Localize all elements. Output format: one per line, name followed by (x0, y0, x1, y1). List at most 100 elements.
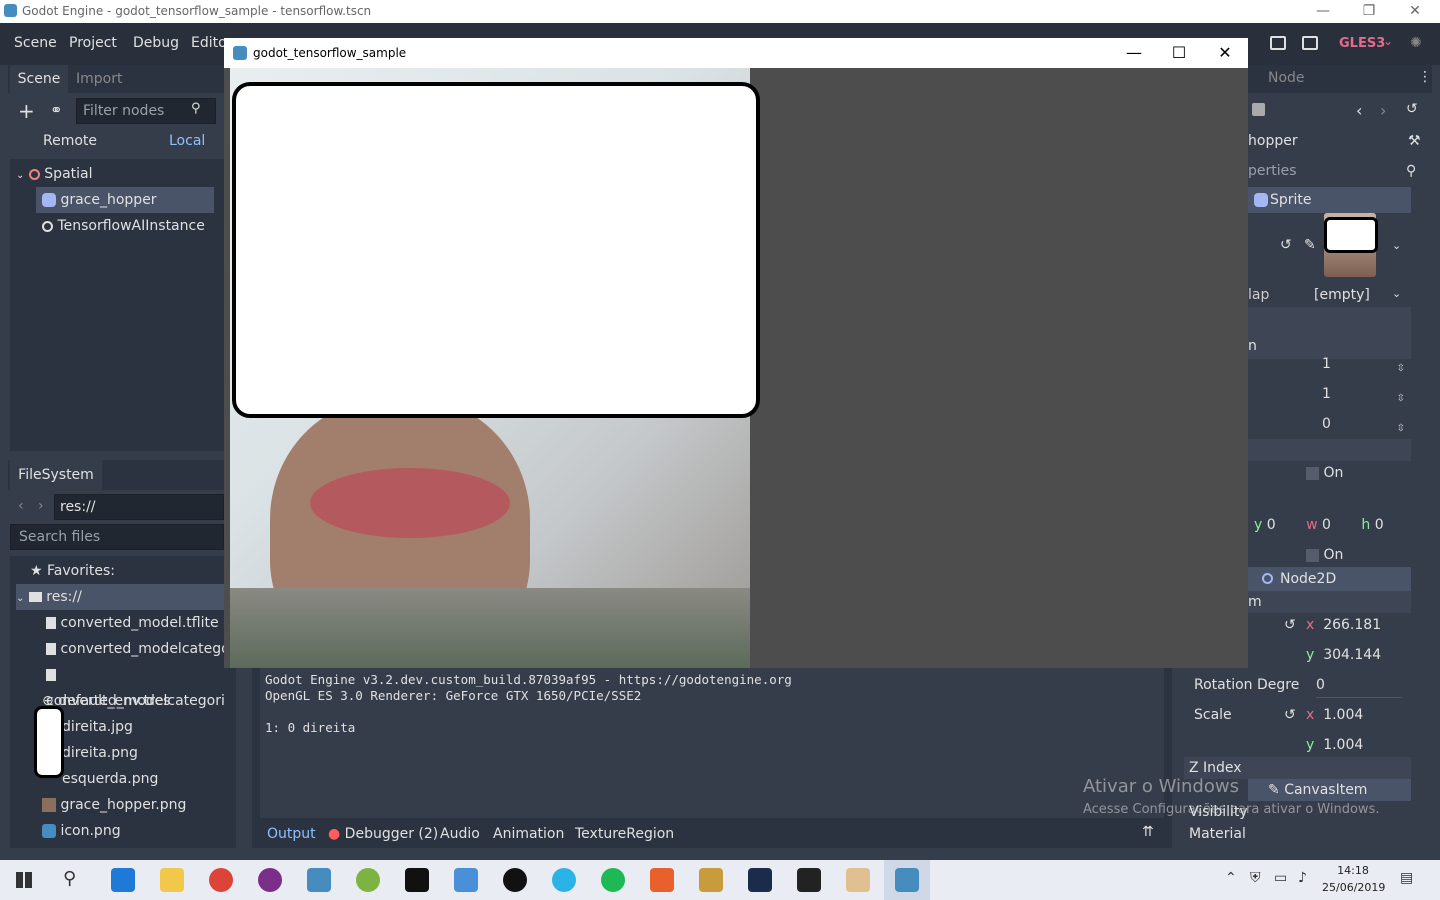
back-icon[interactable]: ‹ (18, 498, 24, 514)
tab-debugger[interactable]: ● Debugger (2) (328, 826, 438, 842)
play-custom-icon[interactable] (1302, 36, 1318, 50)
history-icon[interactable]: ↺ (1406, 101, 1418, 117)
tab-audio[interactable]: Audio (440, 826, 480, 842)
tab-textureregion[interactable]: TextureRegion (575, 826, 674, 842)
folder-res[interactable]: ⌄ res:// (16, 584, 226, 610)
godot-icon[interactable] (895, 868, 919, 892)
add-node-icon[interactable]: + (18, 99, 35, 123)
reset-icon[interactable]: ↺ (1284, 707, 1296, 723)
position-y-field[interactable]: y 304.144 (1306, 642, 1411, 668)
forward-icon[interactable]: › (38, 498, 44, 514)
menu-debug[interactable]: Debug (133, 35, 179, 51)
play-scene-icon[interactable] (1270, 36, 1286, 50)
scale-y-field[interactable]: y 1.004 (1306, 732, 1411, 758)
link-icon[interactable]: ⚭ (50, 101, 63, 119)
paint-icon[interactable] (846, 868, 870, 892)
epic-games-icon[interactable] (797, 868, 821, 892)
tree-node-grace-hopper[interactable]: grace_hopper (36, 187, 214, 213)
normal-map-value[interactable]: [empty] (1314, 287, 1370, 303)
spin-field[interactable]: 1 ⇳ (1304, 351, 1411, 377)
tray-chevron-icon[interactable]: ⌃ (1225, 870, 1237, 886)
favorites-item[interactable]: ★ Favorites: (30, 558, 115, 584)
file-item[interactable]: converted_modelcategori (46, 662, 236, 709)
file-item[interactable]: direita.jpg (62, 714, 133, 740)
matlab-icon[interactable] (650, 868, 674, 892)
expand-panel-icon[interactable]: ⇈ (1142, 824, 1154, 840)
file-item[interactable]: icon.png (42, 818, 121, 844)
league-icon[interactable] (699, 868, 723, 892)
spin-field[interactable]: 1 ⇳ (1304, 381, 1411, 407)
chevron-down-icon[interactable]: ⌄ (1392, 239, 1401, 252)
edit-icon[interactable]: ✎ (1304, 237, 1316, 253)
unity-icon[interactable] (748, 868, 772, 892)
tree-node-tensorflow[interactable]: TensorflowAIInstance (42, 213, 205, 239)
file-item[interactable]: converted_model.tflite (46, 610, 219, 636)
tab-node[interactable]: Node (1268, 70, 1305, 86)
reload-icon[interactable]: ↺ (1280, 237, 1292, 253)
history-forward-icon[interactable]: › (1380, 101, 1386, 120)
position-x-field[interactable]: x 266.181 (1306, 612, 1411, 638)
section-node2d[interactable]: Node2D (1248, 567, 1411, 591)
file-item[interactable]: direita.png (62, 740, 138, 766)
history-back-icon[interactable]: ‹ (1356, 101, 1362, 120)
renderer-selector[interactable]: GLES3 (1339, 36, 1385, 51)
tree-node-spatial[interactable]: ⌄ Spatial (16, 161, 93, 187)
minimize-button[interactable]: — (1300, 0, 1346, 23)
close-button[interactable]: ✕ (1202, 38, 1248, 68)
remote-toggle[interactable]: Remote (43, 133, 97, 149)
app-icon[interactable] (258, 868, 282, 892)
tab-import[interactable]: Import (76, 65, 122, 93)
volume-icon[interactable]: ♪ (1298, 870, 1307, 886)
chevron-down-icon[interactable]: ⌄ (1392, 287, 1401, 300)
menu-project[interactable]: Project (69, 35, 117, 51)
rect-field[interactable]: y 0 w 0 h 0 (1254, 512, 1414, 538)
spotify-icon[interactable] (601, 868, 625, 892)
file-item[interactable]: converted_modelcategor (46, 636, 235, 662)
android-icon[interactable] (356, 868, 380, 892)
toggle-on-1[interactable]: On (1306, 460, 1343, 486)
close-button[interactable]: ✕ (1392, 0, 1438, 23)
edge-icon[interactable] (111, 868, 135, 892)
clock-date[interactable]: 25/06/2019 (1322, 881, 1385, 894)
app-icon[interactable] (503, 868, 527, 892)
section-canvasitem[interactable]: ✎ CanvasItem (1248, 779, 1411, 801)
tab-output[interactable]: Output (267, 826, 316, 842)
tab-scene[interactable]: Scene (10, 65, 68, 93)
tab-animation[interactable]: Animation (493, 826, 564, 842)
reset-icon[interactable]: ↺ (1284, 617, 1296, 633)
rotation-field[interactable]: 0 (1316, 672, 1402, 698)
minimize-button[interactable]: — (1111, 38, 1157, 68)
cube-icon[interactable] (454, 868, 478, 892)
spin-field[interactable]: 0 ⇳ (1304, 411, 1411, 437)
search-icon[interactable]: ⚲ (63, 868, 76, 889)
app-icon[interactable] (552, 868, 576, 892)
path-field[interactable]: res:// (54, 494, 224, 520)
start-icon[interactable] (16, 872, 32, 888)
tab-filesystem[interactable]: FileSystem (10, 460, 102, 490)
notifications-icon[interactable]: ▤ (1400, 870, 1413, 886)
menu-editor[interactable]: Edito (191, 35, 227, 51)
terminal-icon[interactable] (405, 868, 429, 892)
maximize-button[interactable]: ☐ (1156, 38, 1202, 68)
clock-time[interactable]: 14:18 (1322, 864, 1384, 877)
section-header[interactable] (1248, 307, 1411, 333)
chrome-icon[interactable] (209, 868, 233, 892)
file-item[interactable]: grace_hopper.png (42, 792, 186, 818)
section-header[interactable] (1248, 439, 1411, 461)
network-icon[interactable]: ▭ (1274, 870, 1287, 886)
scale-x-field[interactable]: x 1.004 (1306, 702, 1411, 728)
section-sprite[interactable]: Sprite (1248, 187, 1411, 213)
toggle-on-2[interactable]: On (1306, 542, 1343, 568)
file-explorer-icon[interactable] (160, 868, 184, 892)
section-m[interactable]: m (1248, 591, 1411, 613)
restore-button[interactable]: ❐ (1346, 0, 1392, 23)
filter-properties[interactable]: perties (1248, 163, 1297, 179)
file-item[interactable]: esquerda.png (62, 766, 158, 792)
save-icon[interactable] (1252, 103, 1265, 116)
more-icon[interactable]: ⋮ (1418, 69, 1432, 85)
search-files-input[interactable]: Search files (10, 524, 224, 550)
local-toggle[interactable]: Local (169, 133, 205, 149)
menu-scene[interactable]: Scene (14, 35, 57, 51)
tools-icon[interactable]: ⚒ (1408, 133, 1421, 149)
section-material[interactable]: Material (1184, 823, 1411, 845)
